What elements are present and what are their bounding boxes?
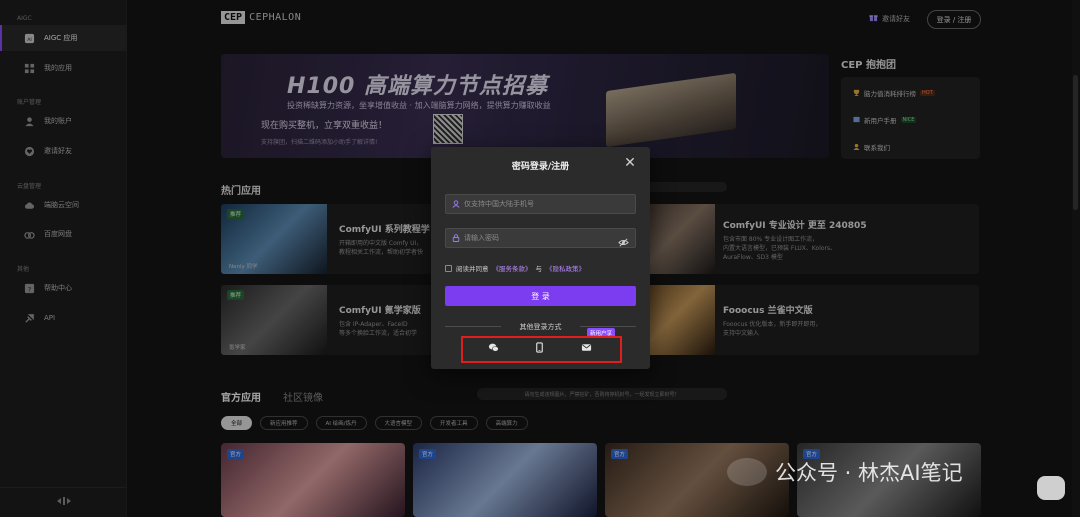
password-field[interactable] [445, 228, 636, 248]
phone-input[interactable] [464, 200, 614, 208]
login-submit-button[interactable]: 登 录 [445, 286, 636, 306]
close-button[interactable]: ✕ [623, 156, 637, 170]
wechat-logo-icon [727, 458, 767, 486]
app-page: AIGC AI AIGC 应用 我的应用 账户管理 我的账户 邀请好友 云盘管理… [0, 0, 1080, 517]
agree-prefix: 阅读并同意 [456, 265, 489, 273]
highlight-box [461, 336, 622, 363]
user-icon [452, 200, 460, 208]
watermark: 公众号 · 林杰AI笔记 [727, 457, 963, 487]
chat-robot-icon[interactable] [1037, 476, 1065, 500]
terms-link[interactable]: 《服务条款》 [493, 263, 532, 273]
eye-off-icon[interactable] [618, 233, 629, 247]
other-login-label: 其他登录方式 [519, 323, 562, 331]
modal-title: 密码登录/注册 [511, 162, 570, 172]
password-input[interactable] [464, 234, 614, 242]
close-icon: ✕ [624, 155, 636, 171]
agree-checkbox[interactable] [445, 264, 452, 272]
watermark-text: 公众号 · 林杰AI笔记 [775, 461, 963, 485]
privacy-link[interactable]: 《隐私政策》 [546, 263, 585, 273]
phone-field[interactable] [445, 194, 636, 214]
divider-right [580, 326, 636, 327]
lock-icon [452, 234, 460, 242]
agree-and: 与 [535, 265, 543, 273]
agreement-row: 阅读并同意 《服务条款》 与 《隐私政策》 [445, 263, 585, 273]
